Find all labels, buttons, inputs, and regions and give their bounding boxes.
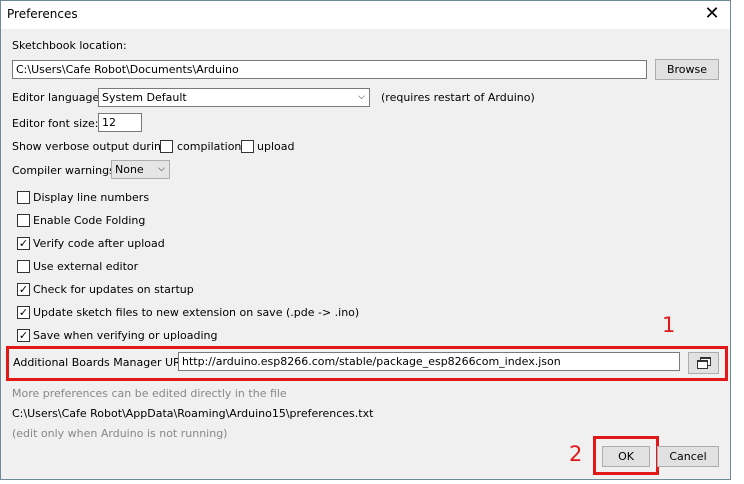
ok-button[interactable]: OK: [602, 446, 650, 467]
compilation-checkbox[interactable]: [160, 140, 173, 153]
editor-language-select[interactable]: System Default ⌵: [98, 88, 370, 107]
font-size-input[interactable]: 12: [98, 113, 142, 132]
restart-note: (requires restart of Arduino): [381, 91, 535, 104]
close-icon[interactable]: ✕: [698, 2, 726, 26]
compiler-warnings-value: None: [115, 163, 144, 176]
boards-manager-url-input[interactable]: http://arduino.esp8266.com/stable/packag…: [178, 352, 680, 371]
option-label: Update sketch files to new extension on …: [33, 306, 360, 319]
option-label: Enable Code Folding: [33, 214, 146, 227]
preferences-window: Preferences ✕ Sketchbook location: C:\Us…: [0, 0, 731, 480]
option-label: Display line numbers: [33, 191, 150, 204]
check-updates-checkbox[interactable]: ✓: [17, 283, 30, 296]
editor-language-value: System Default: [102, 91, 187, 104]
option-label: Save when verifying or uploading: [33, 329, 218, 342]
preferences-content: Sketchbook location: C:\Users\Cafe Robot…: [1, 29, 730, 479]
compiler-warnings-label: Compiler warnings:: [12, 164, 119, 177]
upload-checkbox[interactable]: [241, 140, 254, 153]
boards-manager-label: Additional Boards Manager URLs:: [13, 356, 197, 369]
more-prefs-note: More preferences can be edited directly …: [12, 387, 287, 400]
save-when-verifying-checkbox[interactable]: ✓: [17, 329, 30, 342]
annotation-step-1: 1: [662, 313, 676, 337]
verbose-label: Show verbose output during:: [12, 140, 172, 153]
verify-after-upload-checkbox[interactable]: ✓: [17, 237, 30, 250]
option-label: Use external editor: [33, 260, 139, 273]
editor-language-label: Editor language:: [12, 91, 103, 104]
sketchbook-path-input[interactable]: C:\Users\Cafe Robot\Documents\Arduino: [12, 60, 647, 79]
option-label: Check for updates on startup: [33, 283, 194, 296]
browse-button[interactable]: Browse: [655, 59, 719, 80]
edit-only-note: (edit only when Arduino is not running): [12, 427, 228, 440]
title-bar: Preferences ✕: [1, 1, 730, 29]
sketchbook-label: Sketchbook location:: [12, 39, 127, 52]
compilation-label: compilation: [177, 140, 242, 153]
compiler-warnings-select[interactable]: None ⌵: [111, 160, 170, 179]
window-stack-icon: [696, 357, 711, 369]
display-line-numbers-checkbox[interactable]: [17, 191, 30, 204]
window-title: Preferences: [7, 7, 78, 21]
external-editor-checkbox[interactable]: [17, 260, 30, 273]
boards-url-edit-button[interactable]: [688, 352, 719, 374]
font-size-label: Editor font size:: [12, 117, 99, 130]
chevron-down-icon: ⌵: [158, 164, 165, 174]
chevron-down-icon: ⌵: [358, 92, 365, 102]
annotation-step-2: 2: [569, 442, 583, 466]
prefs-file-path: C:\Users\Cafe Robot\AppData\Roaming\Ardu…: [12, 407, 374, 420]
code-folding-checkbox[interactable]: [17, 214, 30, 227]
upload-label: upload: [257, 140, 295, 153]
cancel-button[interactable]: Cancel: [657, 446, 719, 467]
option-label: Verify code after upload: [33, 237, 165, 250]
update-extension-checkbox[interactable]: ✓: [17, 306, 30, 319]
